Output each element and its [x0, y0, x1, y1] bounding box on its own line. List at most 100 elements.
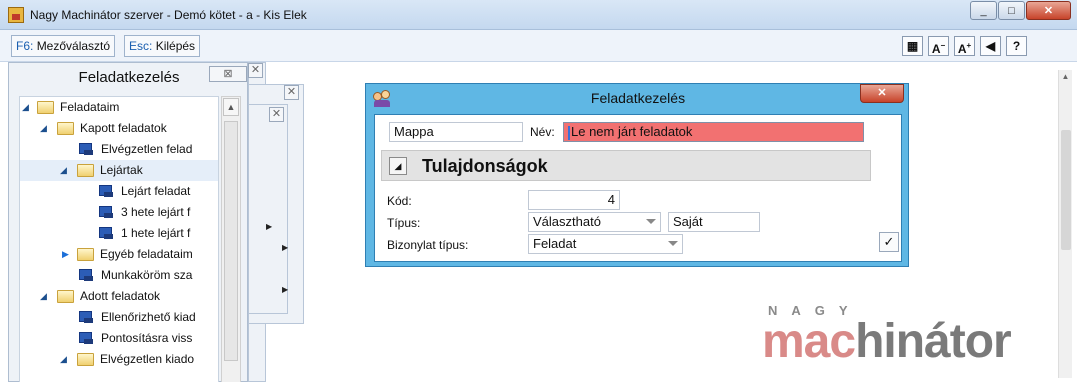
task-icon — [99, 185, 113, 198]
main-scrollbar[interactable]: ▲ — [1058, 70, 1072, 378]
expander-icon[interactable]: ◢ — [40, 286, 50, 307]
folder-icon — [77, 164, 94, 177]
background-arrow-icon[interactable]: ▶ — [266, 222, 272, 231]
tree-item-3-hete[interactable]: 3 hete lejárt f — [20, 202, 218, 223]
nev-field[interactable]: Le nem járt feladatok — [563, 122, 864, 142]
tree-item-adott[interactable]: ◢ Adott feladatok — [20, 286, 218, 307]
folder-icon — [77, 248, 94, 261]
folder-icon — [57, 290, 74, 303]
background-arrow-icon-2[interactable]: ▶ — [282, 243, 288, 252]
task-icon — [79, 269, 93, 282]
task-icon — [99, 227, 113, 240]
dropdown-arrow-icon — [646, 219, 656, 224]
background-panel-3-close-icon[interactable]: ✕ — [269, 107, 284, 122]
collapse-toggle-icon[interactable]: ◢ — [389, 157, 407, 175]
close-button[interactable]: ✕ — [1026, 1, 1071, 20]
nev-value: Le nem járt feladatok — [571, 124, 693, 139]
scroll-up-icon[interactable]: ▲ — [1059, 70, 1072, 84]
expander-icon[interactable]: ◢ — [60, 349, 70, 370]
kod-label: Kód: — [387, 194, 412, 208]
app-icon — [8, 7, 24, 23]
dialog-close-button[interactable]: ✕ — [860, 84, 904, 103]
task-dialog: Feladatkezelés ✕ Mappa Név: Le nem járt … — [365, 83, 909, 267]
tipus-select[interactable]: Választható — [528, 212, 661, 232]
exit-button[interactable]: Esc: Kilépés — [124, 35, 201, 57]
tree-item-label: Munkaköröm sza — [101, 268, 193, 282]
tree-scrollbar[interactable]: ▲ — [221, 96, 241, 382]
tree-item-lejart-feladat[interactable]: Lejárt feladat — [20, 181, 218, 202]
left-panel-close-icon[interactable]: ⊠ — [209, 66, 247, 82]
dropdown-arrow-icon — [668, 241, 678, 246]
tree-item-label: Kapott feladatok — [80, 121, 167, 135]
text-cursor — [568, 125, 570, 140]
background-panel-2-close-icon[interactable]: ✕ — [284, 85, 299, 100]
scroll-thumb[interactable] — [1061, 130, 1071, 250]
nev-label: Név: — [530, 125, 555, 139]
tree-item-ellenorizheto[interactable]: Ellenőrizhető kiad — [20, 307, 218, 328]
tree-item-kapott[interactable]: ◢ Kapott feladatok — [20, 118, 218, 139]
expander-icon[interactable]: ◢ — [60, 160, 70, 181]
tree-item-label: 1 hete lejárt f — [121, 226, 191, 240]
tree-item-label: Pontosításra viss — [101, 331, 193, 345]
tree-item-label: Elvégzetlen kiado — [100, 352, 195, 366]
f6-key: F6: — [16, 39, 34, 53]
logo-part-2: hinátor — [855, 315, 1012, 368]
folder-icon — [37, 101, 54, 114]
task-icon — [79, 311, 93, 324]
tipus-extra-field[interactable]: Saját — [668, 212, 760, 232]
tree-item-1-hete[interactable]: 1 hete lejárt f — [20, 223, 218, 244]
bizonylat-select[interactable]: Feladat — [528, 234, 683, 254]
ok-check-icon[interactable]: ✓ — [879, 232, 899, 252]
font-smaller-icon[interactable]: A− — [928, 36, 949, 56]
minimize-button[interactable]: _ — [970, 1, 997, 20]
folder-icon — [77, 353, 94, 366]
tree-item-egyeb[interactable]: ▶ Egyéb feladataim — [20, 244, 218, 265]
exit-label: Kilépés — [155, 39, 196, 53]
expander-icon[interactable]: ◢ — [40, 118, 50, 139]
tipus-label: Típus: — [387, 216, 421, 230]
expander-icon[interactable]: ◢ — [22, 97, 32, 118]
maximize-button[interactable]: □ — [998, 1, 1025, 20]
background-panel-3 — [248, 104, 288, 314]
help-icon[interactable]: ? — [1006, 36, 1027, 56]
window-titlebar: Nagy Machinátor szerver - Demó kötet - a… — [0, 0, 1077, 30]
expander-collapsed-icon[interactable]: ▶ — [62, 244, 72, 265]
tree-item-feladataim[interactable]: ◢ Feladataim — [20, 97, 218, 118]
bizonylat-label: Bizonylat típus: — [387, 238, 469, 252]
back-icon[interactable]: ◀ — [980, 36, 1001, 56]
task-tree: ◢ Feladataim ◢ Kapott feladatok Elvégzet… — [19, 96, 219, 382]
properties-section: ◢ Tulajdonságok — [381, 150, 871, 181]
bizonylat-value: Feladat — [533, 236, 577, 251]
background-arrow-icon-3[interactable]: ▶ — [282, 285, 288, 294]
kod-field[interactable]: 4 — [528, 190, 620, 210]
task-icon — [99, 206, 113, 219]
field-selector-button[interactable]: F6: Mezőválasztó — [11, 35, 116, 57]
tree-scroll-up-icon[interactable]: ▲ — [223, 98, 239, 116]
tree-item-label: Ellenőrizhető kiad — [101, 310, 196, 324]
left-panel: Feladatkezelés ⊠ ◢ Feladataim ◢ Kapott f… — [8, 62, 248, 382]
font-smaller-glyph: A — [931, 42, 941, 56]
dialog-body: Mappa Név: Le nem járt feladatok ◢ Tulaj… — [374, 114, 902, 262]
background-panel-close-icon[interactable]: ✕ — [248, 63, 263, 78]
window-title: Nagy Machinátor szerver - Demó kötet - a… — [30, 8, 307, 22]
tree-item-label: Adott feladatok — [80, 289, 161, 303]
tree-item-munkakorom[interactable]: Munkaköröm sza — [20, 265, 218, 286]
tree-item-pontositasra[interactable]: Pontosításra viss — [20, 328, 218, 349]
font-larger-icon[interactable]: A+ — [954, 36, 975, 56]
folder-icon — [57, 122, 74, 135]
tree-item-lejartak[interactable]: ◢ Lejártak — [20, 160, 218, 181]
toolbar: F6: Mezőválasztó Esc: Kilépés ▦ A− A+ ◀ … — [0, 30, 1077, 62]
tree-item-label: 3 hete lejárt f — [121, 205, 191, 219]
dialog-title: Feladatkezelés — [590, 90, 686, 106]
logo-machinator: machinátor — [762, 314, 1012, 370]
tree-scroll-thumb[interactable] — [224, 121, 238, 361]
tipus-value: Választható — [533, 214, 601, 229]
tree-item-elvegzetlen-kiado[interactable]: ◢ Elvégzetlen kiado — [20, 349, 218, 370]
font-larger-glyph: A — [957, 42, 967, 56]
logo-part-1: mac — [762, 315, 856, 368]
tree-item-elvegzetlen[interactable]: Elvégzetlen felad — [20, 139, 218, 160]
mappa-field[interactable]: Mappa — [389, 122, 523, 142]
properties-title: Tulajdonságok — [422, 156, 548, 176]
grid-icon[interactable]: ▦ — [902, 36, 923, 56]
tree-item-label: Egyéb feladataim — [100, 247, 193, 261]
